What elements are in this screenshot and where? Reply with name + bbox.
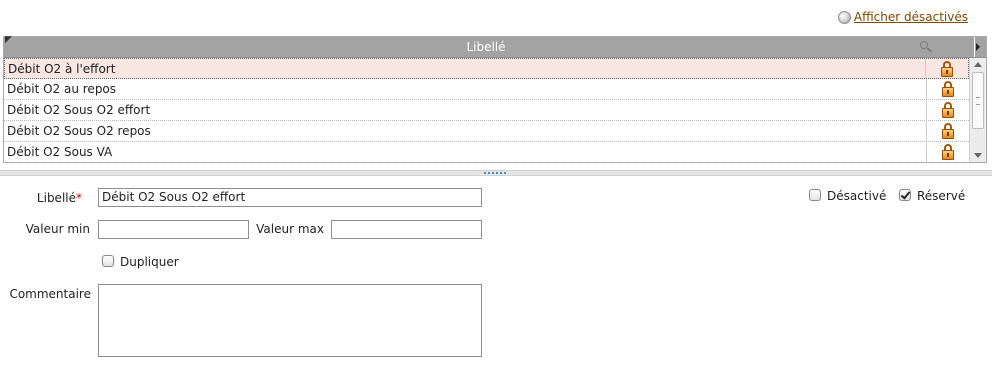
scroll-down-icon[interactable] bbox=[970, 148, 986, 162]
commentaire-textarea[interactable] bbox=[98, 284, 482, 357]
row-lock-cell bbox=[926, 142, 969, 162]
libelle-label-text: Libellé bbox=[36, 191, 76, 205]
desactive-checkbox[interactable] bbox=[809, 189, 821, 201]
lock-icon bbox=[942, 102, 954, 118]
lock-icon bbox=[941, 60, 953, 77]
row-label: Débit O2 à l'effort bbox=[8, 61, 116, 76]
show-disabled-link[interactable]: Afficher désactivés bbox=[837, 10, 968, 24]
table-row[interactable]: Débit O2 Sous O2 effort bbox=[4, 100, 969, 121]
dupliquer-checkbox[interactable] bbox=[102, 255, 114, 267]
lock-icon bbox=[942, 81, 954, 97]
table-row[interactable]: Débit O2 Sous O2 repos bbox=[4, 121, 969, 142]
toggle-ball-icon bbox=[837, 10, 851, 24]
row-label: Débit O2 Sous VA bbox=[7, 145, 113, 159]
row-label: Débit O2 au repos bbox=[7, 82, 117, 96]
valeur-min-label: Valeur min bbox=[25, 222, 90, 236]
table-row[interactable]: Débit O2 Sous VA bbox=[4, 142, 969, 163]
dupliquer-label: Dupliquer bbox=[120, 255, 179, 269]
lock-icon bbox=[942, 123, 954, 139]
desactive-label: Désactivé bbox=[827, 189, 887, 203]
reserve-checkbox[interactable] bbox=[899, 189, 911, 201]
valeur-max-label: Valeur max bbox=[256, 222, 324, 236]
row-lock-cell bbox=[926, 121, 969, 141]
lock-icon bbox=[942, 144, 954, 160]
scroll-up-icon[interactable] bbox=[970, 58, 986, 72]
required-mark: * bbox=[76, 191, 82, 205]
column-header-libelle[interactable]: Libellé bbox=[4, 40, 968, 54]
grid-header: ◤ Libellé bbox=[4, 35, 986, 58]
row-lock-cell bbox=[925, 59, 968, 78]
table-row[interactable]: Débit O2 à l'effort bbox=[4, 58, 969, 79]
valeur-min-input[interactable] bbox=[98, 220, 249, 239]
table-row[interactable]: Débit O2 au repos bbox=[4, 79, 969, 100]
row-lock-cell bbox=[926, 100, 969, 120]
panel-splitter[interactable] bbox=[0, 170, 992, 176]
commentaire-label: Commentaire bbox=[9, 287, 91, 301]
show-disabled-label[interactable]: Afficher désactivés bbox=[854, 10, 968, 24]
column-menu-icon[interactable] bbox=[974, 37, 985, 57]
scroll-thumb[interactable] bbox=[972, 72, 984, 129]
reserve-label: Réservé bbox=[917, 189, 966, 203]
search-icon[interactable] bbox=[920, 41, 928, 49]
row-label: Débit O2 Sous O2 effort bbox=[7, 103, 151, 117]
splitter-grip-icon[interactable] bbox=[484, 172, 506, 174]
data-grid: ◤ Libellé Débit O2 à l'effort Débit O2 a… bbox=[3, 35, 987, 163]
row-label: Débit O2 Sous O2 repos bbox=[7, 124, 151, 138]
libelle-label: Libellé* bbox=[20, 191, 82, 205]
grid-rows: Débit O2 à l'effort Débit O2 au repos Dé… bbox=[4, 58, 969, 163]
vertical-scrollbar[interactable] bbox=[969, 58, 986, 162]
libelle-input[interactable]: Débit O2 Sous O2 effort bbox=[98, 188, 482, 207]
row-lock-cell bbox=[926, 79, 969, 99]
valeur-max-input[interactable] bbox=[331, 220, 482, 239]
